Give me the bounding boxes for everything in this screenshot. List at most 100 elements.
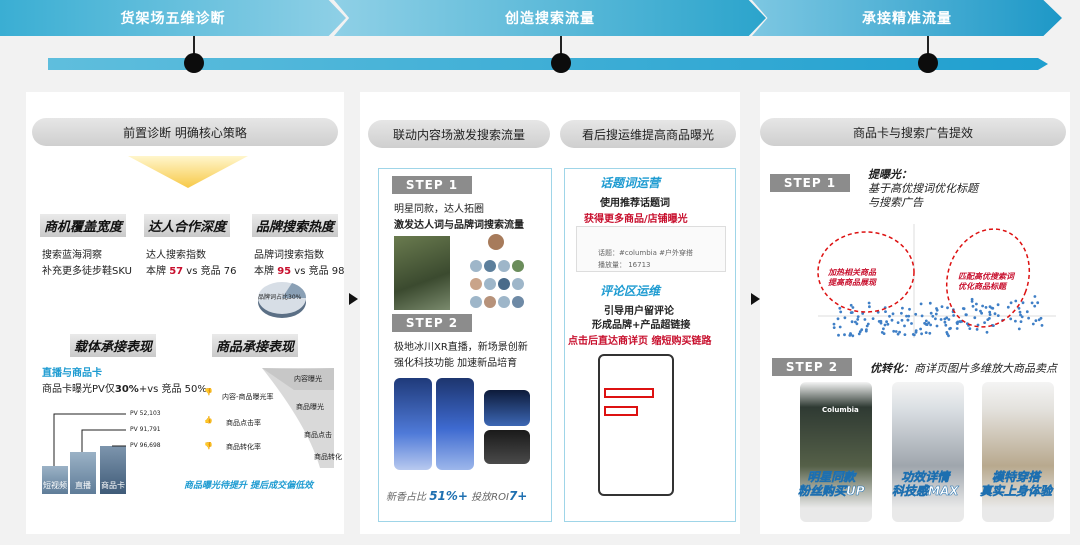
panel-3-pill: 商品卡与搜索广告提效	[760, 118, 1066, 146]
topic-title: 话题词运营	[600, 176, 661, 190]
scatter-point	[871, 317, 875, 320]
scatter-point	[931, 314, 935, 318]
scatter-left-label: 加热相关商品 提高商品展现	[828, 268, 876, 287]
rate-2: 商品点击率	[226, 419, 261, 427]
scatter-point	[943, 320, 947, 324]
scatter-point	[850, 320, 854, 324]
scatter-point	[886, 322, 890, 326]
step-2-line1: 极地冰川XR直播，新场景创新	[394, 342, 528, 353]
scatter-point	[1006, 305, 1010, 309]
dim-coverage-title: 商机覆盖宽度	[40, 214, 127, 237]
scatter-point	[885, 320, 888, 324]
scatter-point	[1025, 310, 1029, 314]
scatter-point	[1027, 316, 1030, 320]
scatter-point	[919, 302, 923, 306]
scatter-point	[884, 310, 887, 313]
scatter-point	[949, 326, 952, 330]
stage-1-label: 货架场五维诊断	[120, 11, 226, 27]
scatter-point	[952, 314, 955, 317]
live-phone-2	[436, 378, 474, 470]
funnel-2: 商品曝光	[296, 403, 324, 411]
scatter-point	[851, 306, 855, 309]
panel-2-step-1: STEP 1	[392, 176, 472, 194]
thumb-down-icon-2: 👎	[204, 442, 213, 450]
scatter-point	[973, 316, 977, 320]
scatter-point	[961, 307, 965, 310]
scatter-point	[848, 334, 852, 337]
arrow-right-2	[751, 293, 760, 305]
scatter-point	[905, 314, 908, 318]
scatter-point	[894, 330, 898, 333]
scatter-point	[879, 319, 883, 323]
scatter-point	[990, 306, 994, 310]
carrier-line: 商品卡曝光PV仅30%+vs 竞品 50%	[42, 384, 207, 395]
scatter-point	[903, 324, 906, 328]
scatter-point	[854, 320, 857, 324]
scatter-point	[856, 315, 860, 318]
rate-3: 商品转化率	[226, 443, 261, 451]
scatter-point	[903, 333, 907, 336]
stage-3-label: 承接精准流量	[862, 11, 952, 27]
celebrity-photo	[394, 236, 450, 310]
scatter-point	[849, 303, 853, 307]
comment-highlight-1	[604, 388, 654, 398]
columbia-logo: Columbia	[822, 406, 859, 414]
scatter-point	[868, 305, 871, 309]
live-scene-1	[484, 390, 530, 426]
funnel-3: 商品点击	[304, 431, 332, 439]
scatter-point	[843, 333, 846, 337]
thumb-up-icon: 👍	[204, 416, 213, 424]
panel-3-pill-label: 商品卡与搜索广告提效	[852, 125, 973, 140]
scatter-point	[891, 312, 895, 316]
influencer-avatars	[468, 232, 538, 314]
scatter-point	[1018, 310, 1022, 314]
detail-card-3	[982, 382, 1054, 522]
scatter-point	[851, 334, 855, 338]
scatter-point	[880, 331, 884, 334]
scatter-point	[993, 312, 997, 316]
carrier-sub: 直播与商品卡	[42, 368, 102, 379]
arrow-right-1	[349, 293, 358, 305]
scatter-point	[898, 330, 901, 334]
scatter-point	[945, 316, 949, 320]
panel-1-pill-label: 前置诊断 明确核心策略	[123, 125, 247, 140]
dim-brand-title: 品牌搜索热度	[252, 214, 339, 237]
stage-2-label: 创造搜索流量	[505, 11, 595, 27]
scatter-point	[988, 310, 992, 314]
scatter-point	[908, 307, 911, 311]
scatter-point	[975, 302, 978, 306]
scatter-point	[888, 314, 891, 318]
comment-line3: 点击后直达商详页 缩短购买链路	[568, 336, 712, 347]
scatter-point	[939, 318, 943, 321]
panel-conversion: 商品卡与搜索广告提效 STEP 1 提曝光： 基于高优搜词优化标题 与搜索广告 …	[760, 92, 1070, 534]
scatter-point	[856, 318, 860, 321]
scatter-point	[910, 322, 913, 325]
scatter-point	[1009, 317, 1013, 321]
pv-2: PV 91,791	[130, 426, 161, 433]
scatter-point	[863, 318, 867, 321]
panel-traffic: 联动内容场激发搜索流量 看后搜运维提高商品曝光 STEP 1 明星同款，达人拓圈…	[360, 92, 740, 534]
scatter-point	[857, 332, 861, 336]
topic-line2: 获得更多商品/店铺曝光	[584, 214, 688, 225]
panel-3-step-1: STEP 1	[770, 174, 850, 192]
scatter-point	[996, 303, 1000, 307]
card-1-caption: 明星同款 粉丝购买UP	[798, 470, 865, 499]
scatter-point	[896, 321, 900, 324]
dim-product-title: 商品承接表现	[212, 334, 299, 357]
scatter-point	[920, 314, 924, 318]
brand-pie-label: 品牌词占比30%	[258, 294, 302, 301]
panel-2-step-2: STEP 2	[392, 314, 472, 332]
scatter-point	[1031, 322, 1035, 326]
scatter-point	[1033, 295, 1037, 298]
scatter-point	[1034, 319, 1038, 322]
thumb-down-icon: 👎	[204, 388, 213, 396]
scatter-point	[1033, 304, 1037, 308]
scatter-point	[924, 331, 928, 334]
scatter-point	[935, 308, 939, 312]
scatter-point	[866, 322, 870, 326]
scatter-point	[890, 318, 894, 322]
topic-views: 播放量： 16713	[598, 261, 651, 269]
panel-1-footer: 商品曝光待提升 提后成交偏低效	[184, 481, 314, 491]
step1-line2: 与搜索广告	[868, 196, 923, 209]
scatter-point	[1009, 301, 1013, 305]
